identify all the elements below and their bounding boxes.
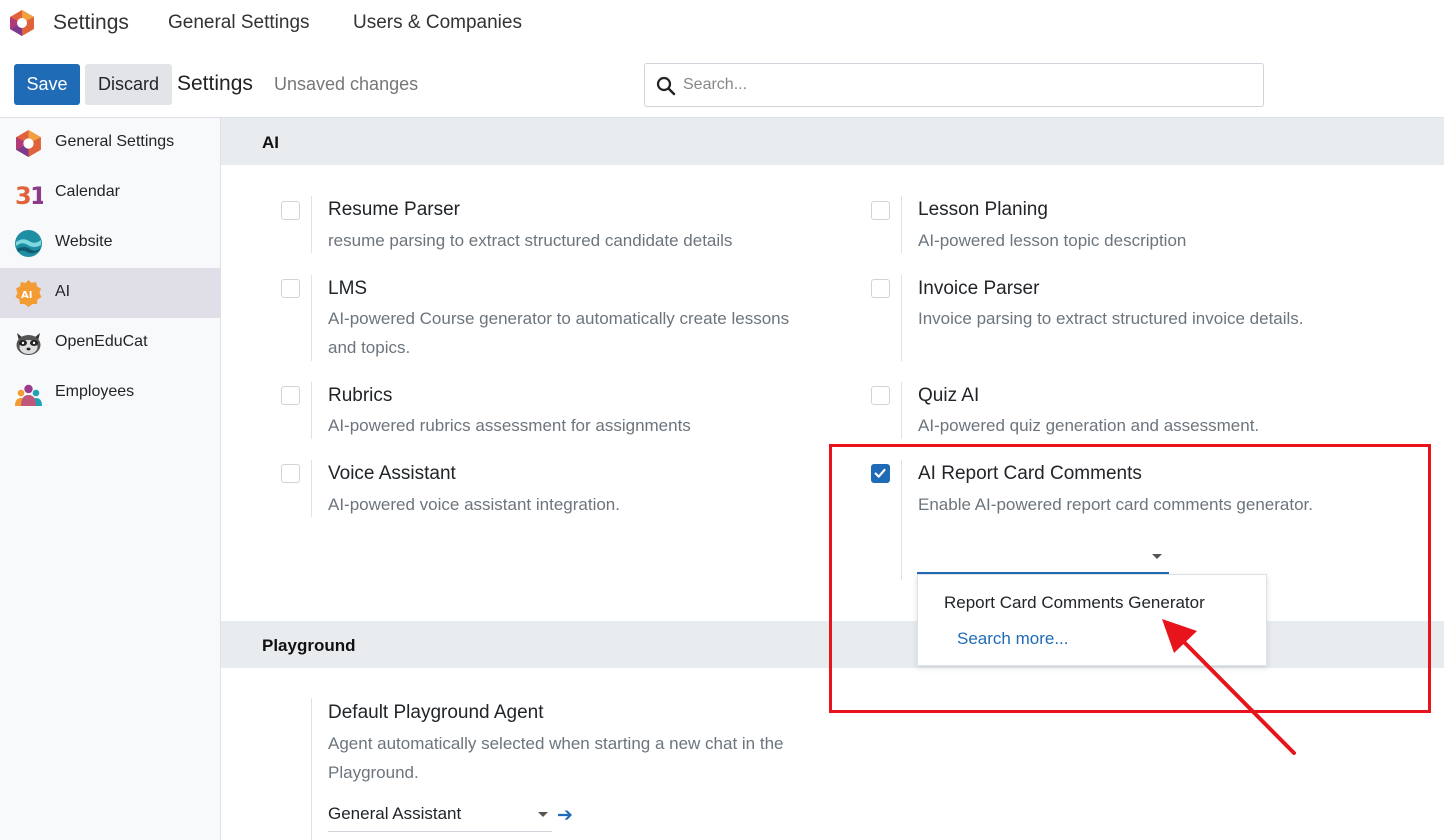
svg-text:1: 1 — [30, 182, 43, 208]
setting-description: AI-powered Course generator to automatic… — [328, 309, 790, 357]
divider — [311, 196, 312, 253]
autocomplete-dropdown: Report Card Comments Generator Search mo… — [917, 574, 1267, 666]
sidebar-item-general-settings[interactable]: General Settings — [0, 118, 220, 168]
setting-description: AI-powered quiz generation and assessmen… — [918, 416, 1260, 435]
sidebar-item-ai[interactable]: AI AI — [0, 268, 220, 318]
app-title[interactable]: Settings — [53, 11, 129, 35]
dropdown-option[interactable]: Report Card Comments Generator — [944, 593, 1205, 613]
checkmark-icon — [874, 468, 886, 478]
setting-description: Enable AI-powered report card comments g… — [918, 495, 1313, 514]
sidebar-item-label: Employees — [55, 383, 135, 400]
ai-badge-icon: AI — [15, 280, 42, 307]
lesson-planing-checkbox[interactable] — [871, 201, 890, 220]
nav-users-companies[interactable]: Users & Companies — [353, 12, 522, 34]
invoice-parser-checkbox[interactable] — [871, 279, 890, 298]
sidebar-item-label: AI — [55, 283, 71, 300]
divider — [311, 275, 312, 361]
sidebar-item-calendar[interactable]: 3 1 Calendar — [0, 168, 220, 218]
divider — [901, 382, 902, 439]
odoo-logo-icon[interactable] — [8, 9, 36, 37]
divider — [901, 460, 902, 580]
ai-report-card-checkbox[interactable] — [871, 464, 890, 483]
chevron-down-icon[interactable] — [538, 812, 548, 817]
chevron-down-icon[interactable] — [1152, 554, 1162, 559]
settings-sidebar: General Settings 3 1 Calendar Website AI… — [0, 118, 221, 840]
search-icon — [656, 76, 676, 96]
voice-assistant-checkbox[interactable] — [281, 464, 300, 483]
setting-title: LMS — [328, 278, 368, 299]
odoo-logo-icon — [16, 130, 41, 157]
setting-title: AI Report Card Comments — [918, 463, 1142, 484]
website-icon — [15, 230, 42, 257]
settings-content: AI Resume Parser resume parsing to extra… — [221, 118, 1444, 840]
calendar-31-icon: 3 1 — [15, 182, 43, 208]
setting-description: resume parsing to extract structured can… — [328, 231, 733, 250]
setting-description: AI-powered voice assistant integration. — [328, 495, 620, 514]
select-value: General Assistant — [328, 804, 462, 823]
sidebar-item-label: OpenEduCat — [55, 333, 148, 350]
setting-title: Rubrics — [328, 385, 393, 406]
lms-checkbox[interactable] — [281, 279, 300, 298]
setting-description: AI-powered lesson topic description — [918, 231, 1187, 250]
playground-agent-select[interactable]: General Assistant — [328, 804, 552, 832]
quiz-ai-checkbox[interactable] — [871, 386, 890, 405]
sidebar-item-label: Website — [55, 233, 113, 250]
setting-title: Resume Parser — [328, 199, 460, 220]
svg-text:AI: AI — [21, 290, 32, 301]
setting-description: Agent automatically selected when starti… — [328, 734, 784, 782]
search-more-link[interactable]: Search more... — [957, 629, 1069, 649]
rubrics-checkbox[interactable] — [281, 386, 300, 405]
top-navbar: Settings General Settings Users & Compan… — [0, 0, 1444, 46]
setting-title: Invoice Parser — [918, 278, 1040, 299]
internal-link-arrow-icon[interactable]: ➔ — [557, 804, 573, 827]
sidebar-item-website[interactable]: Website — [0, 218, 220, 268]
setting-description: AI-powered rubrics assessment for assign… — [328, 416, 691, 435]
sidebar-item-employees[interactable]: Employees — [0, 368, 220, 418]
setting-title: Voice Assistant — [328, 463, 456, 484]
discard-button[interactable]: Discard — [85, 64, 172, 105]
divider — [901, 196, 902, 253]
divider — [311, 460, 312, 517]
search-input[interactable] — [683, 72, 1243, 98]
sidebar-item-label: General Settings — [55, 133, 175, 150]
nav-general-settings[interactable]: General Settings — [168, 12, 310, 34]
raccoon-icon — [16, 333, 41, 355]
setting-title: Quiz AI — [918, 385, 980, 406]
sidebar-item-label: Calendar — [55, 183, 120, 200]
breadcrumb-title: Settings — [177, 72, 253, 95]
unsaved-status: Unsaved changes — [274, 74, 419, 94]
setting-description: Invoice parsing to extract structured in… — [918, 309, 1304, 328]
search-box — [644, 63, 1264, 107]
divider — [311, 382, 312, 439]
section-title: AI — [262, 133, 279, 152]
setting-title: Lesson Planing — [918, 199, 1048, 220]
divider — [901, 275, 902, 361]
save-button[interactable]: Save — [14, 64, 80, 105]
setting-title: Default Playground Agent — [328, 702, 544, 723]
employees-icon — [15, 384, 42, 406]
control-panel: Save Discard Settings Unsaved changes — [0, 46, 1444, 118]
section-title: Playground — [262, 636, 356, 655]
sidebar-item-openeducat[interactable]: OpenEduCat — [0, 318, 220, 368]
section-header-ai: AI — [221, 118, 1444, 165]
divider — [311, 698, 312, 840]
resume-parser-checkbox[interactable] — [281, 201, 300, 220]
